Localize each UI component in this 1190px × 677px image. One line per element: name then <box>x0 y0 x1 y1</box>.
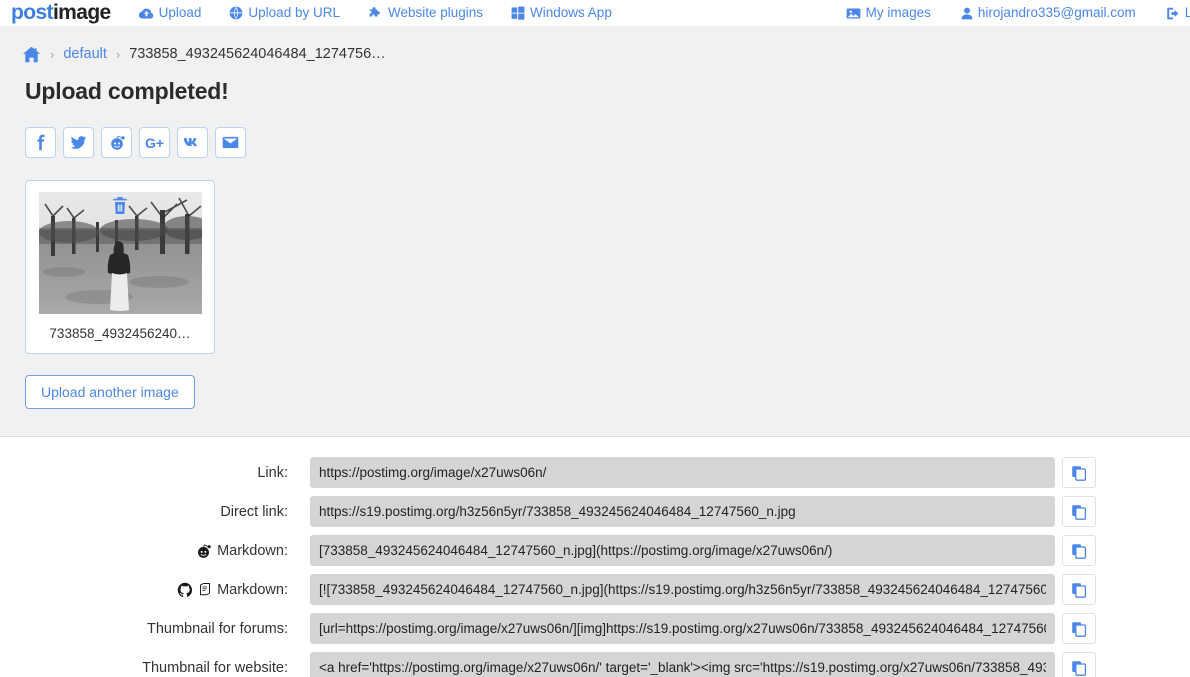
copy-reddit-markdown-button[interactable] <box>1062 535 1096 566</box>
field-label-github-markdown: Markdown: <box>0 582 310 598</box>
upload-another-image-button[interactable]: Upload another image <box>25 375 195 409</box>
field-label-direct-link: Direct link: <box>0 504 310 520</box>
field-label-link: Link: <box>0 465 310 481</box>
nav-windows-app[interactable]: Windows App <box>511 6 612 20</box>
field-row-direct-link: Direct link: <box>0 492 1190 531</box>
primary-nav: Upload Upload by URL Website plugins Win… <box>138 5 640 21</box>
windows-logo-icon <box>511 6 525 20</box>
copy-thumbnail-website-button[interactable] <box>1062 652 1096 677</box>
twitter-icon <box>70 134 87 151</box>
top-navigation-bar: postimage Upload Upload by URL Website p… <box>0 0 1190 26</box>
logo-text-image: image <box>52 0 111 24</box>
copy-direct-link-button[interactable] <box>1062 496 1096 527</box>
copy-thumbnail-forums-button[interactable] <box>1062 613 1096 644</box>
thumbnail-forums-input[interactable] <box>310 613 1055 644</box>
field-label-thumbnail-website-text: Thumbnail for website: <box>142 659 288 676</box>
field-row-thumbnail-forums: Thumbnail for forums: <box>0 609 1190 648</box>
share-email-button[interactable] <box>215 127 246 158</box>
breadcrumb-item-current: 733858_493245624046484_1274756… <box>129 46 386 62</box>
reddit-icon <box>195 543 212 559</box>
logo-text-post: post <box>11 0 54 24</box>
field-row-github-markdown: Markdown: <box>0 570 1190 609</box>
envelope-icon <box>222 136 239 149</box>
thumbnail-filename: 733858_4932456240… <box>49 326 191 341</box>
thumbnail-image[interactable] <box>38 192 202 314</box>
share-vk-button[interactable] <box>177 127 208 158</box>
nav-upload[interactable]: Upload <box>138 5 202 21</box>
facebook-icon <box>32 134 49 151</box>
share-googleplus-button[interactable]: G+ <box>139 127 170 158</box>
nav-website-plugins[interactable]: Website plugins <box>368 6 483 20</box>
github-markdown-input[interactable] <box>310 574 1055 605</box>
upload-result-panel: › default › 733858_493245624046484_12747… <box>0 26 1190 437</box>
breadcrumb-separator-2: › <box>115 46 121 62</box>
field-row-link: Link: <box>0 453 1190 492</box>
field-label-direct-link-text: Direct link: <box>220 503 288 520</box>
account-nav: My images hirojandro335@gmail.com Logout <box>816 0 1190 26</box>
cloud-upload-icon <box>138 7 154 20</box>
delete-image-icon[interactable] <box>112 196 129 220</box>
field-label-thumbnail-forums-text: Thumbnail for forums: <box>146 620 288 637</box>
nav-logout[interactable]: Logout <box>1166 6 1190 20</box>
share-links-panel: Link: Direct link: Markdown: <box>0 437 1190 677</box>
share-facebook-button[interactable] <box>25 127 56 158</box>
field-label-github-markdown-text: Markdown: <box>217 581 288 598</box>
markdown-doc-icon <box>198 582 212 597</box>
uploaded-image-card[interactable]: 733858_4932456240… <box>25 180 215 354</box>
field-label-thumbnail-website: Thumbnail for website: <box>0 660 310 676</box>
home-icon[interactable] <box>22 46 41 63</box>
direct-link-input[interactable] <box>310 496 1055 527</box>
copy-icon <box>1071 465 1087 481</box>
copy-github-markdown-button[interactable] <box>1062 574 1096 605</box>
nav-upload-label: Upload <box>158 5 202 21</box>
nav-upload-by-url-label: Upload by URL <box>248 5 340 21</box>
user-icon <box>961 7 973 20</box>
field-label-reddit-markdown-text: Markdown: <box>217 542 288 559</box>
photo-icon <box>846 7 861 20</box>
field-row-reddit-markdown: Markdown: <box>0 531 1190 570</box>
puzzle-piece-icon <box>368 6 383 20</box>
googleplus-icon: G+ <box>144 134 165 151</box>
field-label-link-text: Link: <box>257 464 288 481</box>
globe-icon <box>229 6 243 20</box>
github-icon <box>177 582 193 598</box>
logout-icon <box>1166 7 1180 20</box>
share-reddit-button[interactable] <box>101 127 132 158</box>
site-logo[interactable]: postimage <box>11 2 111 23</box>
breadcrumb: › default › 733858_493245624046484_12747… <box>0 26 1190 68</box>
copy-icon <box>1071 543 1087 559</box>
copy-icon <box>1071 621 1087 637</box>
nav-windows-app-label: Windows App <box>530 5 612 21</box>
field-row-thumbnail-website: Thumbnail for website: <box>0 648 1190 677</box>
copy-icon <box>1071 660 1087 676</box>
nav-account-email-label: hirojandro335@gmail.com <box>977 5 1136 21</box>
nav-account-email[interactable]: hirojandro335@gmail.com <box>961 6 1136 20</box>
copy-icon <box>1071 504 1087 520</box>
social-share-buttons: G+ <box>25 127 1190 158</box>
field-label-reddit-markdown: Markdown: <box>0 543 310 559</box>
thumbnail-website-input[interactable] <box>310 652 1055 677</box>
share-twitter-button[interactable] <box>63 127 94 158</box>
nav-upload-by-url[interactable]: Upload by URL <box>229 6 340 20</box>
copy-icon <box>1071 582 1087 598</box>
nav-my-images[interactable]: My images <box>846 6 931 20</box>
link-input[interactable] <box>310 457 1055 488</box>
nav-website-plugins-label: Website plugins <box>387 5 484 21</box>
page-title: Upload completed! <box>25 78 229 104</box>
reddit-icon <box>108 134 126 151</box>
nav-logout-label: Logout <box>1184 5 1190 21</box>
copy-link-button[interactable] <box>1062 457 1096 488</box>
vk-icon <box>183 136 202 149</box>
nav-my-images-label: My images <box>865 5 931 21</box>
breadcrumb-item-default[interactable]: default <box>63 46 107 62</box>
reddit-markdown-input[interactable] <box>310 535 1055 566</box>
breadcrumb-separator-1: › <box>50 46 55 62</box>
field-label-thumbnail-forums: Thumbnail for forums: <box>0 621 310 637</box>
